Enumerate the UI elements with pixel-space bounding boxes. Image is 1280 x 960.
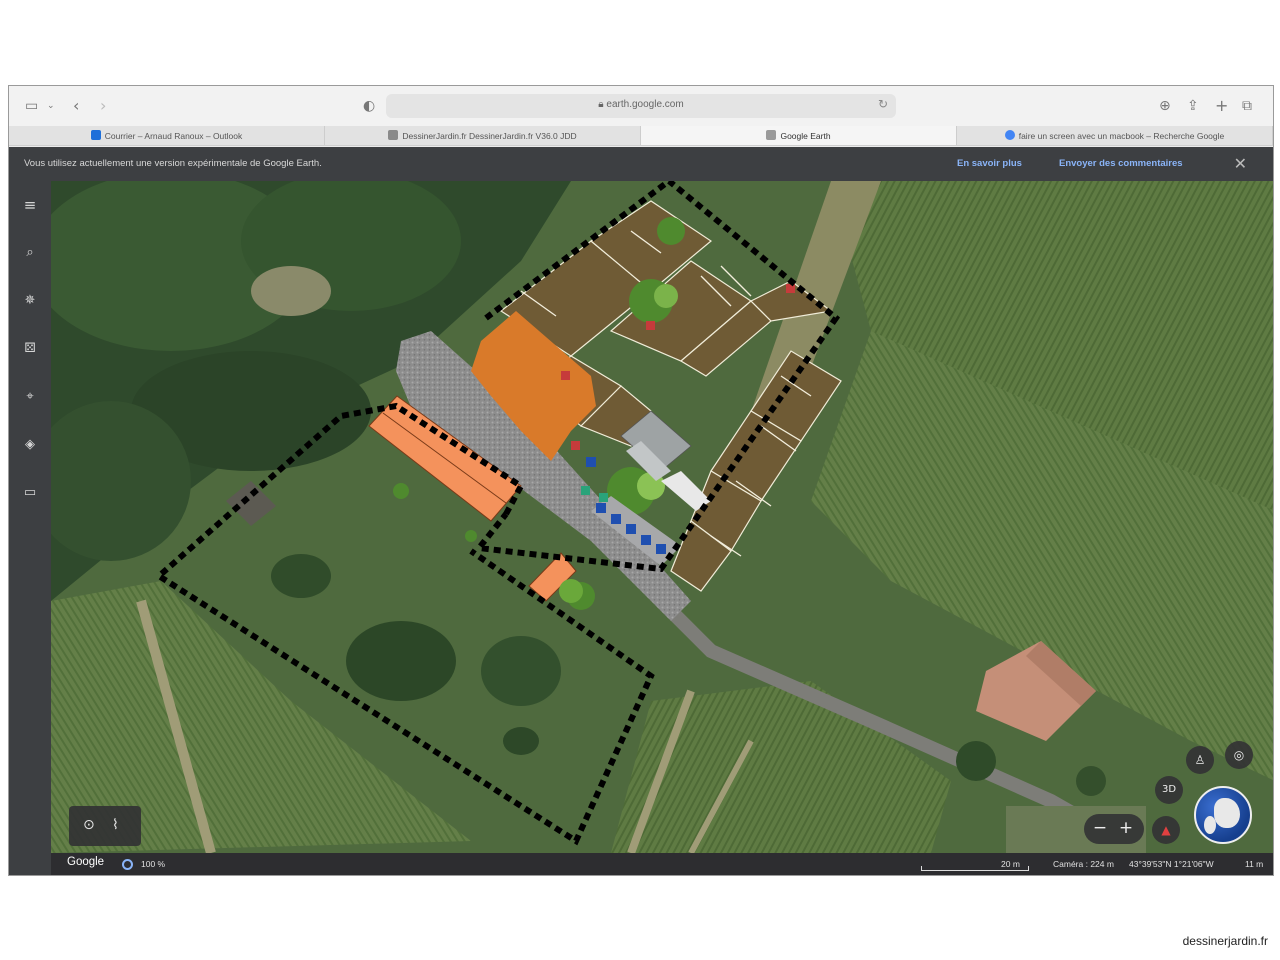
browser-toolbar: ▭ ⌄ ‹ › ◐ 🔒︎ earth.google.com ↻ ⊕ ⇪ + ⧉ xyxy=(9,86,1273,126)
learn-more-link[interactable]: En savoir plus xyxy=(957,158,1022,169)
back-icon[interactable]: ‹ xyxy=(73,96,79,116)
feedback-link[interactable]: Envoyer des commentaires xyxy=(1059,158,1183,169)
menu-icon[interactable]: ≡ xyxy=(21,196,39,214)
dessinerjardin-icon xyxy=(388,130,399,140)
measure-icon[interactable]: ▭ xyxy=(21,484,39,502)
elevation: 11 m xyxy=(1245,859,1264,869)
tab-google-earth[interactable]: Google Earth xyxy=(641,126,957,145)
download-icon[interactable]: ⊕ xyxy=(1159,96,1171,116)
tools-panel: ⊙ ⌇ xyxy=(69,806,141,846)
experimental-notice: Vous utilisez actuellement une version e… xyxy=(9,147,1273,181)
zoom-control: − + xyxy=(1084,814,1144,844)
map-style-icon[interactable]: ◈ xyxy=(21,436,39,454)
new-tab-icon[interactable]: + xyxy=(1215,96,1228,116)
notice-text: Vous utilisez actuellement une version e… xyxy=(24,158,322,169)
search-icon[interactable]: ⌕ xyxy=(21,244,39,262)
google-earth-app: Vous utilisez actuellement une version e… xyxy=(9,147,1273,875)
compass-icon[interactable]: ▲ xyxy=(1152,816,1180,844)
zoom-in-button[interactable]: + xyxy=(1116,818,1136,838)
coordinates: 43°39'53"N 1°21'06"W xyxy=(1129,859,1214,869)
google-earth-icon xyxy=(766,130,777,140)
tab-dessinerjardin[interactable]: DessinerJardin.fr DessinerJardin.fr V36.… xyxy=(325,126,641,145)
projects-icon[interactable]: ⌖ xyxy=(21,388,39,406)
zoom-percent: 100 % xyxy=(141,859,166,869)
satellite-map[interactable] xyxy=(51,181,1273,853)
pegman-icon[interactable]: ♙ xyxy=(1186,746,1214,774)
zoom-out-button[interactable]: − xyxy=(1090,818,1110,838)
watermark: dessinerjardin.fr xyxy=(1182,934,1268,948)
privacy-shield-icon[interactable]: ◐ xyxy=(363,96,375,116)
globe-icon[interactable] xyxy=(1194,786,1252,844)
share-icon[interactable]: ⇪ xyxy=(1187,96,1199,116)
camera-altitude: Caméra : 224 m xyxy=(1053,859,1114,869)
browser-window: ▭ ⌄ ‹ › ◐ 🔒︎ earth.google.com ↻ ⊕ ⇪ + ⧉ … xyxy=(8,85,1274,876)
tab-bar: Courrier – Arnaud Ranoux – Outlook Dessi… xyxy=(9,126,1273,146)
tab-outlook[interactable]: Courrier – Arnaud Ranoux – Outlook xyxy=(9,126,325,145)
feeling-lucky-icon[interactable]: ⚄ xyxy=(21,340,39,358)
close-icon[interactable]: ✕ xyxy=(1234,154,1247,173)
google-logo: Google xyxy=(67,856,105,868)
outlook-icon xyxy=(90,130,101,140)
forward-icon[interactable]: › xyxy=(100,96,106,116)
address-bar[interactable]: 🔒︎ earth.google.com ↻ xyxy=(386,94,896,118)
status-bar: Google 100 % 20 m Caméra : 224 m 43°39'5… xyxy=(51,853,1273,875)
sidebar-toggle-icon[interactable]: ▭ xyxy=(25,96,38,116)
scale-label: 20 m xyxy=(1001,859,1020,869)
chevron-down-icon[interactable]: ⌄ xyxy=(47,96,55,116)
3d-toggle-button[interactable]: 3D xyxy=(1155,776,1183,804)
reload-icon[interactable]: ↻ xyxy=(878,97,888,111)
tab-overview-icon[interactable]: ⧉ xyxy=(1242,96,1252,116)
url-text: earth.google.com xyxy=(606,99,684,110)
tab-google-search[interactable]: faire un screen avec un macbook – Recher… xyxy=(957,126,1273,145)
left-toolbar: ≡ ⌕ ✵ ⚄ ⌖ ◈ ▭ xyxy=(9,181,51,875)
my-location-icon[interactable]: ◎ xyxy=(1225,741,1253,769)
path-icon[interactable]: ⌇ xyxy=(112,817,119,833)
place-marker-icon[interactable]: ⊙ xyxy=(83,817,95,833)
google-icon xyxy=(1004,130,1015,140)
voyager-icon[interactable]: ✵ xyxy=(21,292,39,310)
zoom-indicator-icon xyxy=(122,859,133,870)
